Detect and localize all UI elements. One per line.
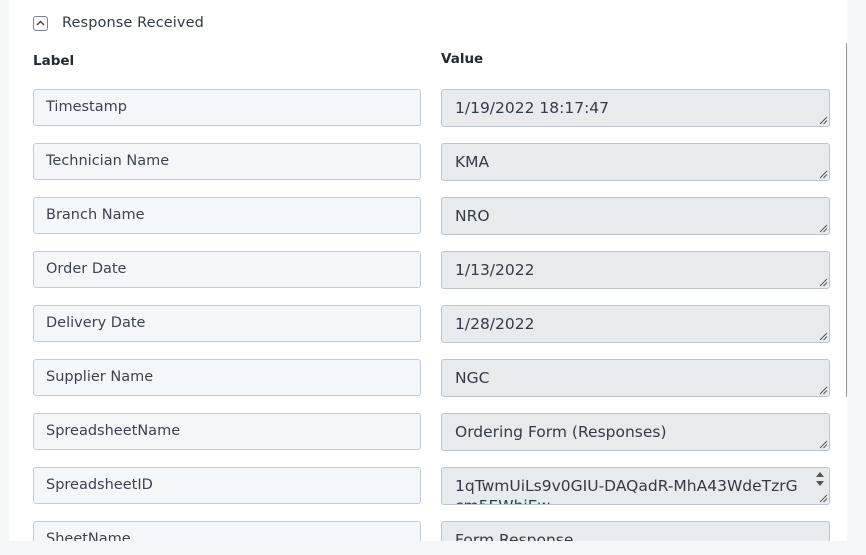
- label-field[interactable]: SpreadsheetID: [33, 467, 421, 504]
- resize-grip-icon[interactable]: [818, 277, 828, 287]
- resize-grip-icon[interactable]: [818, 169, 828, 179]
- resize-grip-icon[interactable]: [818, 331, 828, 341]
- value-field[interactable]: 1/13/2022: [441, 251, 830, 289]
- value-text: 1/28/2022: [455, 315, 535, 333]
- resize-grip-icon[interactable]: [818, 385, 828, 395]
- section-header: Response Received: [33, 12, 204, 34]
- label-field[interactable]: SpreadsheetName: [33, 413, 421, 450]
- value-text: Form Response: [455, 531, 574, 541]
- value-text: NRO: [455, 207, 490, 225]
- field-row: Supplier Name NGC: [9, 359, 847, 397]
- value-field[interactable]: Ordering Form (Responses): [441, 413, 830, 451]
- value-field[interactable]: Form Response: [441, 521, 830, 541]
- response-panel: Response Received Label Value Timestamp …: [9, 0, 847, 541]
- field-row: Order Date 1/13/2022: [9, 251, 847, 289]
- value-text: 1/19/2022 18:17:47: [455, 99, 610, 117]
- resize-grip-icon[interactable]: [818, 439, 828, 449]
- value-field[interactable]: 1/19/2022 18:17:47: [441, 89, 830, 127]
- value-field[interactable]: NRO: [441, 197, 830, 235]
- field-row: SpreadsheetName Ordering Form (Responses…: [9, 413, 847, 451]
- label-field[interactable]: Supplier Name: [33, 359, 421, 396]
- resize-grip-icon[interactable]: [818, 493, 828, 503]
- field-row: Branch Name NRO: [9, 197, 847, 235]
- value-column-header: Value: [441, 51, 484, 67]
- value-field[interactable]: 1/28/2022: [441, 305, 830, 343]
- resize-grip-icon[interactable]: [818, 115, 828, 125]
- value-text: KMA: [455, 153, 490, 171]
- scrollbar-thumb[interactable]: [846, 41, 847, 399]
- label-field[interactable]: Delivery Date: [33, 305, 421, 342]
- value-field[interactable]: 1qTwmUiLs9v0GIU-DAQadR-MhA43WdeTzrGcm5EW…: [441, 467, 830, 505]
- label-column-header: Label: [33, 53, 75, 69]
- field-row: SpreadsheetID 1qTwmUiLs9v0GIU-DAQadR-MhA…: [9, 467, 847, 505]
- section-title: Response Received: [62, 15, 204, 31]
- value-text: 1/13/2022: [455, 261, 535, 279]
- value-field[interactable]: NGC: [441, 359, 830, 397]
- chevron-up-icon: [36, 20, 45, 26]
- label-field[interactable]: Timestamp: [33, 89, 421, 126]
- field-row: Delivery Date 1/28/2022: [9, 305, 847, 343]
- label-field[interactable]: Technician Name: [33, 143, 421, 180]
- collapse-toggle-button[interactable]: [33, 15, 48, 31]
- value-text: NGC: [455, 369, 490, 387]
- value-field[interactable]: KMA: [441, 143, 830, 181]
- resize-grip-icon[interactable]: [818, 223, 828, 233]
- field-row: SheetName Form Response: [9, 521, 847, 541]
- value-text: 1qTwmUiLs9v0GIU-DAQadR-MhA43WdeTzrGcm5EW…: [455, 477, 798, 504]
- label-field[interactable]: Branch Name: [33, 197, 421, 234]
- field-row: Timestamp 1/19/2022 18:17:47: [9, 89, 847, 127]
- spinner-arrows-icon[interactable]: [815, 471, 825, 487]
- label-field[interactable]: SheetName: [33, 521, 421, 541]
- value-text: Ordering Form (Responses): [455, 423, 667, 441]
- field-row: Technician Name KMA: [9, 143, 847, 181]
- label-field[interactable]: Order Date: [33, 251, 421, 288]
